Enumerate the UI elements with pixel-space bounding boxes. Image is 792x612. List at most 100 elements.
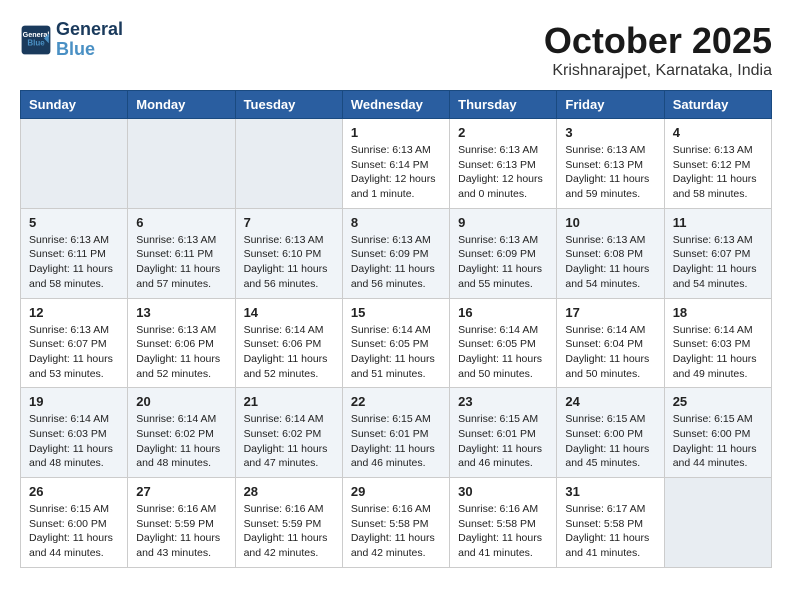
- day-number: 17: [565, 305, 655, 320]
- calendar-cell: 13 Sunrise: 6:13 AM Sunset: 6:06 PM Dayli…: [128, 298, 235, 388]
- day-info: Sunrise: 6:13 AM Sunset: 6:11 PM Dayligh…: [29, 233, 119, 292]
- header: General Blue GeneralBlue October 2025 Kr…: [20, 20, 772, 80]
- calendar-cell: [128, 119, 235, 209]
- location: Krishnarajpet, Karnataka, India: [544, 62, 772, 80]
- calendar-cell: 8 Sunrise: 6:13 AM Sunset: 6:09 PM Daylig…: [342, 208, 449, 298]
- weekday-monday: Monday: [128, 91, 235, 119]
- title-area: October 2025 Krishnarajpet, Karnataka, I…: [544, 20, 772, 80]
- day-number: 31: [565, 484, 655, 499]
- calendar-cell: 29 Sunrise: 6:16 AM Sunset: 5:58 PM Dayli…: [342, 478, 449, 568]
- calendar-cell: 9Sunrise: 6:13 AM Sunset: 6:09 PM Daylig…: [450, 208, 557, 298]
- day-number: 13: [136, 305, 226, 320]
- calendar-cell: [21, 119, 128, 209]
- day-number: 27: [136, 484, 226, 499]
- day-info: Sunrise: 6:14 AM Sunset: 6:03 PM Dayligh…: [673, 323, 763, 382]
- day-number: 29: [351, 484, 441, 499]
- day-info: Sunrise: 6:13 AM Sunset: 6:10 PM Dayligh…: [244, 233, 334, 292]
- calendar-cell: [664, 478, 771, 568]
- calendar-cell: 24Sunrise: 6:15 AM Sunset: 6:00 PM Dayli…: [557, 388, 664, 478]
- day-number: 14: [244, 305, 334, 320]
- week-row-2: 5 Sunrise: 6:13 AM Sunset: 6:11 PM Daylig…: [21, 208, 772, 298]
- week-row-4: 19Sunrise: 6:14 AM Sunset: 6:03 PM Dayli…: [21, 388, 772, 478]
- day-info: Sunrise: 6:15 AM Sunset: 6:01 PM Dayligh…: [351, 412, 441, 471]
- weekday-saturday: Saturday: [664, 91, 771, 119]
- day-info: Sunrise: 6:16 AM Sunset: 5:58 PM Dayligh…: [351, 502, 441, 561]
- calendar-cell: 26Sunrise: 6:15 AM Sunset: 6:00 PM Dayli…: [21, 478, 128, 568]
- day-info: Sunrise: 6:13 AM Sunset: 6:06 PM Dayligh…: [136, 323, 226, 382]
- calendar-cell: 2 Sunrise: 6:13 AM Sunset: 6:13 PM Daylig…: [450, 119, 557, 209]
- day-number: 10: [565, 215, 655, 230]
- calendar-cell: 1 Sunrise: 6:13 AM Sunset: 6:14 PM Daylig…: [342, 119, 449, 209]
- calendar-cell: 23 Sunrise: 6:15 AM Sunset: 6:01 PM Dayli…: [450, 388, 557, 478]
- weekday-thursday: Thursday: [450, 91, 557, 119]
- day-number: 3: [565, 125, 655, 140]
- calendar-cell: 3 Sunrise: 6:13 AM Sunset: 6:13 PM Daylig…: [557, 119, 664, 209]
- day-info: Sunrise: 6:15 AM Sunset: 6:01 PM Dayligh…: [458, 412, 548, 471]
- day-info: Sunrise: 6:15 AM Sunset: 6:00 PM Dayligh…: [673, 412, 763, 471]
- day-info: Sunrise: 6:14 AM Sunset: 6:05 PM Dayligh…: [351, 323, 441, 382]
- calendar-cell: 19Sunrise: 6:14 AM Sunset: 6:03 PM Dayli…: [21, 388, 128, 478]
- weekday-tuesday: Tuesday: [235, 91, 342, 119]
- logo-icon: General Blue: [20, 24, 52, 56]
- day-info: Sunrise: 6:14 AM Sunset: 6:04 PM Dayligh…: [565, 323, 655, 382]
- calendar-cell: 14 Sunrise: 6:14 AM Sunset: 6:06 PM Dayli…: [235, 298, 342, 388]
- day-number: 5: [29, 215, 119, 230]
- day-info: Sunrise: 6:13 AM Sunset: 6:14 PM Dayligh…: [351, 143, 441, 202]
- day-number: 20: [136, 394, 226, 409]
- day-number: 2: [458, 125, 548, 140]
- day-info: Sunrise: 6:13 AM Sunset: 6:07 PM Dayligh…: [29, 323, 119, 382]
- day-info: Sunrise: 6:14 AM Sunset: 6:02 PM Dayligh…: [136, 412, 226, 471]
- calendar-cell: 16 Sunrise: 6:14 AM Sunset: 6:05 PM Dayli…: [450, 298, 557, 388]
- day-info: Sunrise: 6:14 AM Sunset: 6:05 PM Dayligh…: [458, 323, 548, 382]
- day-number: 12: [29, 305, 119, 320]
- calendar-cell: 7 Sunrise: 6:13 AM Sunset: 6:10 PM Daylig…: [235, 208, 342, 298]
- calendar-cell: 30 Sunrise: 6:16 AM Sunset: 5:58 PM Dayli…: [450, 478, 557, 568]
- week-row-5: 26Sunrise: 6:15 AM Sunset: 6:00 PM Dayli…: [21, 478, 772, 568]
- day-info: Sunrise: 6:14 AM Sunset: 6:06 PM Dayligh…: [244, 323, 334, 382]
- day-info: Sunrise: 6:14 AM Sunset: 6:02 PM Dayligh…: [244, 412, 334, 471]
- calendar-cell: 20 Sunrise: 6:14 AM Sunset: 6:02 PM Dayli…: [128, 388, 235, 478]
- day-number: 16: [458, 305, 548, 320]
- calendar-cell: 31 Sunrise: 6:17 AM Sunset: 5:58 PM Dayli…: [557, 478, 664, 568]
- calendar-cell: 5 Sunrise: 6:13 AM Sunset: 6:11 PM Daylig…: [21, 208, 128, 298]
- day-info: Sunrise: 6:13 AM Sunset: 6:11 PM Dayligh…: [136, 233, 226, 292]
- day-info: Sunrise: 6:13 AM Sunset: 6:13 PM Dayligh…: [458, 143, 548, 202]
- calendar-cell: 18Sunrise: 6:14 AM Sunset: 6:03 PM Dayli…: [664, 298, 771, 388]
- day-info: Sunrise: 6:15 AM Sunset: 6:00 PM Dayligh…: [29, 502, 119, 561]
- week-row-3: 12 Sunrise: 6:13 AM Sunset: 6:07 PM Dayli…: [21, 298, 772, 388]
- day-info: Sunrise: 6:13 AM Sunset: 6:09 PM Dayligh…: [458, 233, 548, 292]
- day-number: 23: [458, 394, 548, 409]
- weekday-sunday: Sunday: [21, 91, 128, 119]
- calendar-cell: 11 Sunrise: 6:13 AM Sunset: 6:07 PM Dayli…: [664, 208, 771, 298]
- day-info: Sunrise: 6:13 AM Sunset: 6:13 PM Dayligh…: [565, 143, 655, 202]
- day-number: 30: [458, 484, 548, 499]
- calendar-cell: 10 Sunrise: 6:13 AM Sunset: 6:08 PM Dayli…: [557, 208, 664, 298]
- day-number: 8: [351, 215, 441, 230]
- calendar-body: 1 Sunrise: 6:13 AM Sunset: 6:14 PM Daylig…: [21, 119, 772, 568]
- month-title: October 2025: [544, 20, 772, 62]
- day-info: Sunrise: 6:17 AM Sunset: 5:58 PM Dayligh…: [565, 502, 655, 561]
- day-info: Sunrise: 6:15 AM Sunset: 6:00 PM Dayligh…: [565, 412, 655, 471]
- day-number: 4: [673, 125, 763, 140]
- calendar-cell: 15Sunrise: 6:14 AM Sunset: 6:05 PM Dayli…: [342, 298, 449, 388]
- day-number: 11: [673, 215, 763, 230]
- day-number: 25: [673, 394, 763, 409]
- day-number: 1: [351, 125, 441, 140]
- day-info: Sunrise: 6:13 AM Sunset: 6:09 PM Dayligh…: [351, 233, 441, 292]
- logo: General Blue GeneralBlue: [20, 20, 123, 60]
- day-number: 22: [351, 394, 441, 409]
- calendar-cell: 25 Sunrise: 6:15 AM Sunset: 6:00 PM Dayli…: [664, 388, 771, 478]
- day-number: 7: [244, 215, 334, 230]
- calendar-cell: [235, 119, 342, 209]
- day-info: Sunrise: 6:13 AM Sunset: 6:12 PM Dayligh…: [673, 143, 763, 202]
- calendar-cell: 27 Sunrise: 6:16 AM Sunset: 5:59 PM Dayli…: [128, 478, 235, 568]
- day-info: Sunrise: 6:16 AM Sunset: 5:59 PM Dayligh…: [136, 502, 226, 561]
- week-row-1: 1 Sunrise: 6:13 AM Sunset: 6:14 PM Daylig…: [21, 119, 772, 209]
- calendar-cell: 28Sunrise: 6:16 AM Sunset: 5:59 PM Dayli…: [235, 478, 342, 568]
- calendar-cell: 21Sunrise: 6:14 AM Sunset: 6:02 PM Dayli…: [235, 388, 342, 478]
- day-info: Sunrise: 6:13 AM Sunset: 6:08 PM Dayligh…: [565, 233, 655, 292]
- calendar-cell: 6Sunrise: 6:13 AM Sunset: 6:11 PM Daylig…: [128, 208, 235, 298]
- logo-text: GeneralBlue: [56, 20, 123, 60]
- day-info: Sunrise: 6:13 AM Sunset: 6:07 PM Dayligh…: [673, 233, 763, 292]
- day-info: Sunrise: 6:16 AM Sunset: 5:58 PM Dayligh…: [458, 502, 548, 561]
